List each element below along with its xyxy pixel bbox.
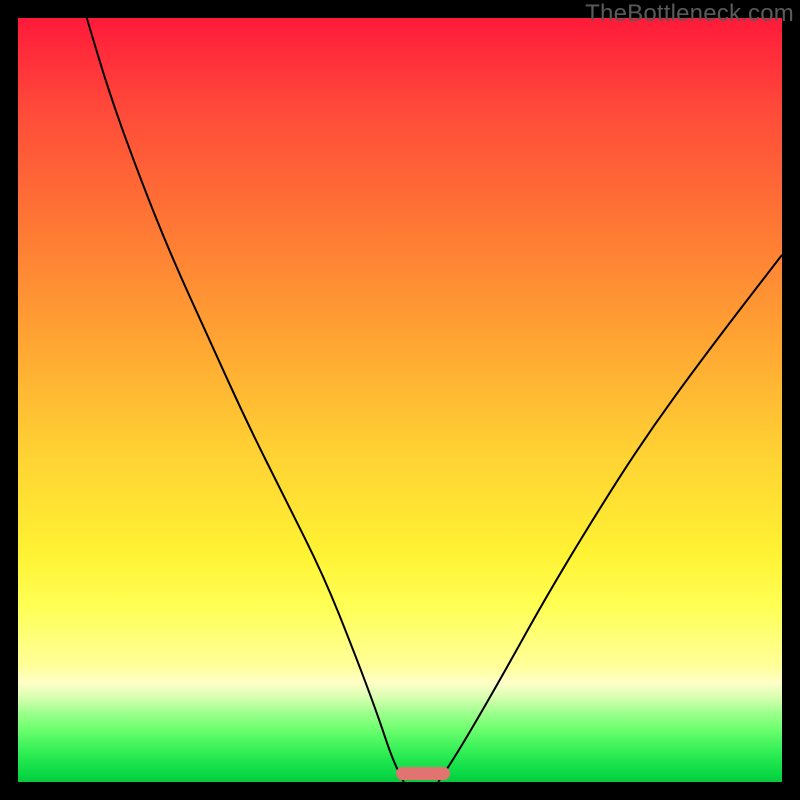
curve-left-branch xyxy=(87,18,404,782)
bottleneck-curve xyxy=(18,18,782,782)
dip-marker xyxy=(396,767,449,780)
curve-right-branch xyxy=(438,255,782,782)
chart-plot-area xyxy=(18,18,782,782)
chart-frame: TheBottleneck.com xyxy=(0,0,800,800)
watermark-text: TheBottleneck.com xyxy=(585,0,794,28)
